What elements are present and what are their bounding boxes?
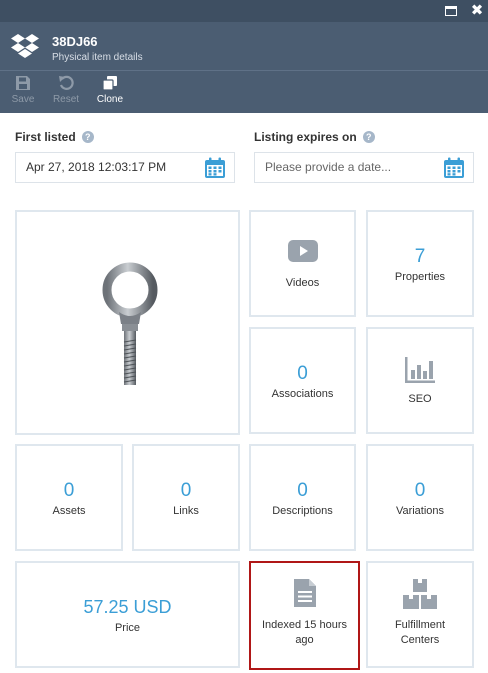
descriptions-tile[interactable]: 0 Descriptions (249, 444, 356, 551)
save-button[interactable]: Save (8, 75, 38, 105)
calendar-icon[interactable] (443, 157, 465, 179)
first-listed-label: First listed ? (15, 130, 94, 144)
price-tile[interactable]: 57.25 USD Price (15, 561, 240, 668)
calendar-icon[interactable] (204, 157, 226, 179)
descriptions-label: Descriptions (272, 505, 333, 517)
associations-count: 0 (297, 363, 308, 384)
bar-chart-icon (405, 357, 435, 383)
item-subtitle: Physical item details (52, 52, 143, 63)
window-titlebar: ✖ (0, 0, 488, 22)
clone-button[interactable]: Clone (94, 75, 126, 105)
price-value: 57.25 USD (83, 597, 172, 617)
maximize-icon[interactable] (443, 3, 459, 19)
clone-label: Clone (96, 94, 124, 105)
help-icon[interactable]: ? (362, 131, 375, 143)
toolbar: Save Reset Clone (0, 71, 488, 113)
indexed-label-line1: Indexed 15 hours (261, 619, 347, 631)
help-icon[interactable]: ? (81, 131, 94, 143)
dropbox-logo-icon (11, 34, 39, 58)
fulfillment-centers-tile[interactable]: Fulfillment Centers (366, 561, 474, 668)
first-listed-label-text: First listed (15, 130, 76, 144)
item-title: 38DJ66 (52, 34, 98, 49)
reset-button[interactable]: Reset (50, 75, 82, 105)
price-label: Price (114, 622, 141, 634)
associations-label: Associations (271, 388, 334, 400)
associations-tile[interactable]: 0 Associations (249, 327, 356, 434)
close-icon[interactable]: ✖ (469, 3, 485, 19)
clone-icon (102, 76, 117, 91)
first-listed-value: Apr 27, 2018 12:03:17 PM (26, 160, 167, 174)
variations-count: 0 (414, 480, 426, 501)
fulfillment-label-line2: Centers (400, 634, 440, 646)
videos-label: Videos (285, 277, 320, 289)
fulfillment-label-line1: Fulfillment (394, 619, 446, 631)
save-icon (16, 76, 30, 90)
videos-tile[interactable]: Videos (249, 210, 356, 317)
properties-count: 7 (414, 246, 426, 267)
indexed-label-line2: ago (295, 634, 314, 646)
listing-expires-field[interactable]: Please provide a date... (254, 152, 474, 183)
play-video-icon (287, 240, 318, 262)
seo-tile[interactable]: SEO (366, 327, 474, 434)
assets-tile[interactable]: 0 Assets (15, 444, 123, 551)
document-icon (293, 579, 316, 607)
first-listed-field[interactable]: Apr 27, 2018 12:03:17 PM (15, 152, 235, 183)
listing-expires-label: Listing expires on ? (254, 130, 375, 144)
assets-label: Assets (52, 505, 86, 517)
product-image-tile[interactable] (15, 210, 240, 435)
links-count: 0 (180, 480, 192, 501)
listing-expires-placeholder: Please provide a date... (265, 160, 392, 174)
seo-label: SEO (408, 393, 432, 405)
links-tile[interactable]: 0 Links (132, 444, 240, 551)
variations-tile[interactable]: 0 Variations (366, 444, 474, 551)
listing-expires-label-text: Listing expires on (254, 130, 357, 144)
product-image (102, 262, 158, 385)
reset-label: Reset (52, 94, 80, 105)
boxes-icon (403, 579, 437, 609)
variations-label: Variations (395, 505, 445, 517)
indexed-tile[interactable]: Indexed 15 hours ago (249, 561, 360, 670)
assets-count: 0 (63, 480, 75, 501)
properties-label: Properties (394, 271, 446, 283)
links-label: Links (173, 505, 199, 517)
properties-tile[interactable]: 7 Properties (366, 210, 474, 317)
reset-icon (59, 75, 74, 90)
item-header: 38DJ66 Physical item details (0, 22, 488, 70)
descriptions-count: 0 (297, 480, 308, 501)
fulfillment-centers-label: Fulfillment Centers (368, 618, 472, 648)
save-label: Save (11, 94, 35, 105)
indexed-label: Indexed 15 hours ago (251, 618, 358, 648)
